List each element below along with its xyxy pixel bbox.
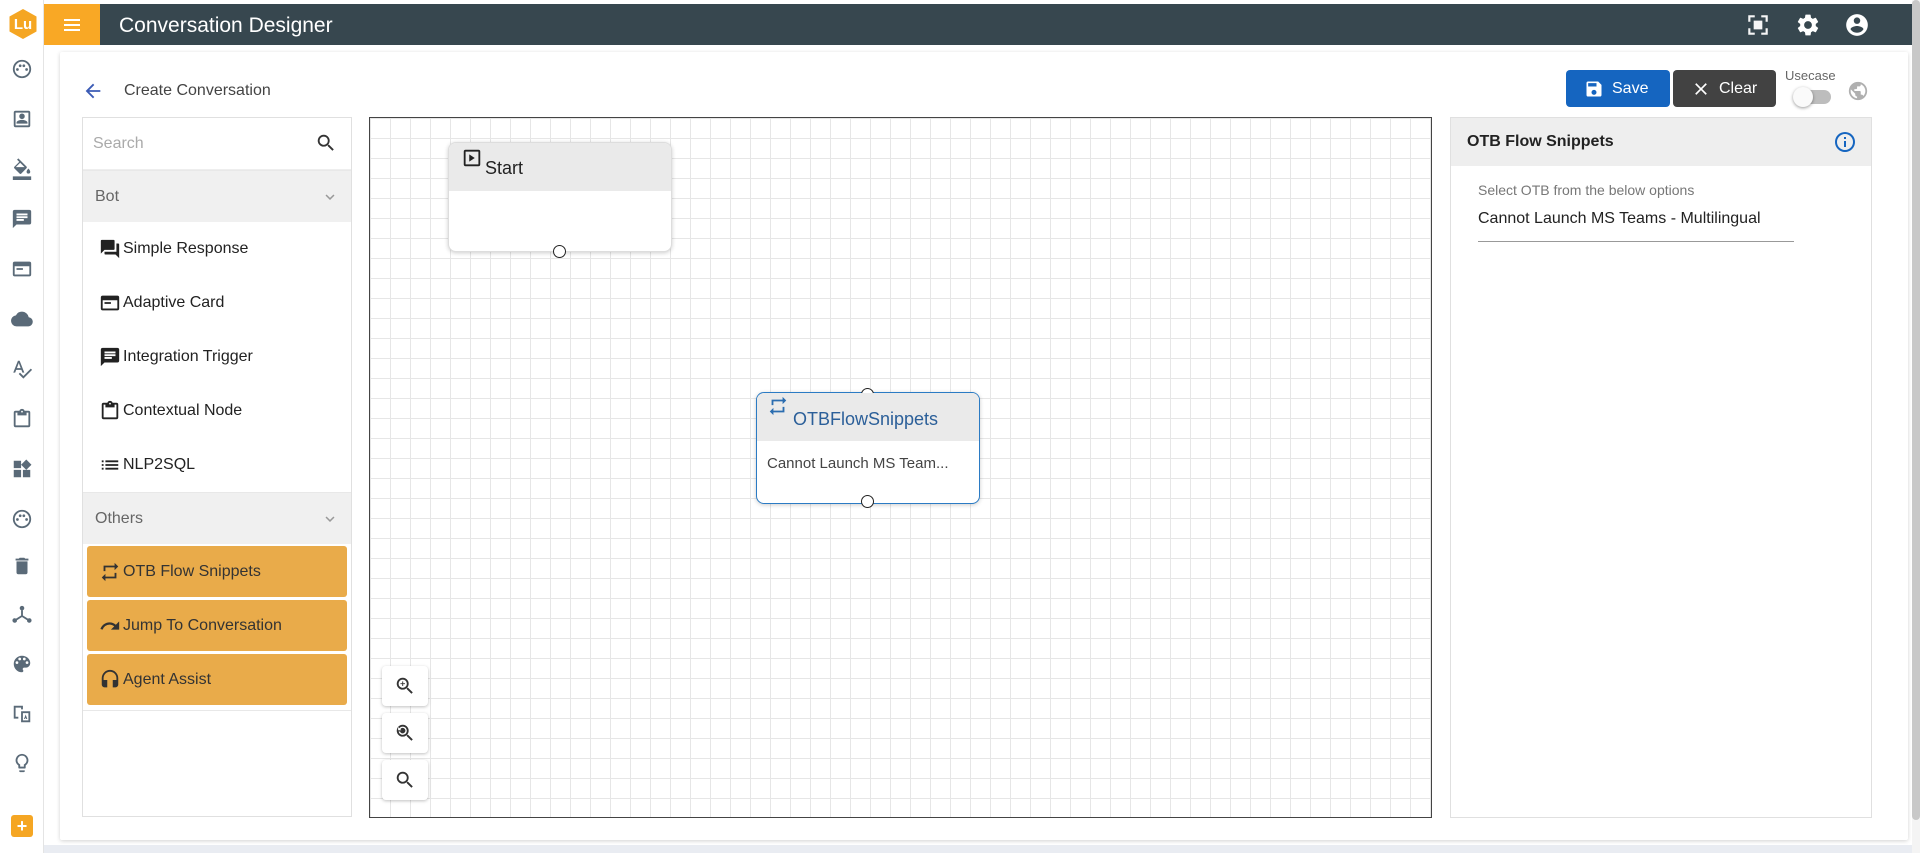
zoom-in-icon <box>396 677 413 694</box>
others-section-header[interactable]: Others <box>83 492 351 544</box>
palette-item-agent-assist[interactable]: Agent Assist <box>87 654 347 705</box>
flow-canvas[interactable]: Start OTBFlowSnippets Cannot Launch MS T… <box>369 117 1432 818</box>
otb-node-body: Cannot Launch MS Team... <box>767 455 949 472</box>
otb-node-header: OTBFlowSnippets <box>757 393 979 441</box>
bot-section-label: Bot <box>95 187 120 205</box>
menu-icon <box>64 23 80 26</box>
fullscreen-icon[interactable] <box>1745 12 1771 38</box>
message-icon <box>100 347 120 367</box>
contacts-icon[interactable] <box>10 107 34 131</box>
palette-icon[interactable] <box>10 652 34 676</box>
palette-item-label: OTB Flow Snippets <box>123 562 261 580</box>
zoom-in-button[interactable] <box>382 666 428 706</box>
spellcheck-icon[interactable] <box>10 357 34 381</box>
lightbulb-icon[interactable] <box>10 751 34 775</box>
palette-item-otb-flow-snippets[interactable]: OTB Flow Snippets <box>87 546 347 597</box>
properties-title: OTB Flow Snippets <box>1467 133 1614 150</box>
palette-item-simple-response[interactable]: Simple Response <box>83 222 351 276</box>
bot-section-header[interactable]: Bot <box>83 170 351 222</box>
clipboard-icon[interactable] <box>10 407 34 431</box>
zoom-out-button[interactable] <box>382 760 428 800</box>
others-section-label: Others <box>95 509 144 527</box>
palette-item-label: Jump To Conversation <box>123 616 282 634</box>
chevron-down-icon <box>325 515 335 522</box>
palette-search <box>83 118 351 170</box>
zoom-reset-icon <box>396 724 413 741</box>
designer-card: Create Conversation Save Clear Usecase B… <box>60 52 1908 840</box>
delete-icon[interactable] <box>10 554 34 578</box>
usecase-label: Usecase <box>1785 68 1836 83</box>
hamburger-menu-button[interactable] <box>44 4 100 45</box>
app-logo[interactable]: Lu <box>9 9 37 39</box>
translate-icon[interactable] <box>10 702 34 726</box>
otb-select-label: Select OTB from the below options <box>1478 182 1695 198</box>
clipboard-icon <box>101 400 119 420</box>
properties-panel: OTB Flow Snippets Select OTB from the be… <box>1450 117 1872 818</box>
palette-item-label: Integration Trigger <box>123 348 253 365</box>
otb-select[interactable]: Cannot Launch MS Teams - Multilingual <box>1478 204 1794 242</box>
play-box-icon <box>461 147 483 169</box>
palette-item-nlp2sql[interactable]: NLP2SQL <box>83 438 351 492</box>
dashboard-alt-icon[interactable] <box>10 507 34 531</box>
settings-icon[interactable] <box>1795 12 1821 38</box>
top-app-bar: Conversation Designer <box>44 4 1912 45</box>
node-palette: Bot Simple Response Adaptive Card Integr… <box>82 117 352 817</box>
scrollbar-thumb[interactable] <box>1912 0 1920 820</box>
properties-header: OTB Flow Snippets <box>1451 118 1871 166</box>
close-icon <box>1695 82 1707 95</box>
zoom-out-icon <box>396 771 413 788</box>
start-node-header: Start <box>449 143 671 191</box>
format-paint-icon[interactable] <box>10 157 34 181</box>
page-title: Create Conversation <box>124 82 271 99</box>
others-list: OTB Flow Snippets Jump To Conversation A… <box>83 544 351 711</box>
palette-item-label: Adaptive Card <box>123 294 225 311</box>
save-icon <box>1586 81 1602 96</box>
otb-flow-snippet-node[interactable]: OTBFlowSnippets Cannot Launch MS Team... <box>756 388 980 508</box>
list-icon <box>101 460 119 470</box>
repeat-icon <box>101 562 119 581</box>
palette-item-label: Agent Assist <box>123 670 212 688</box>
chevron-down-icon <box>325 193 335 200</box>
headset-icon <box>101 669 119 687</box>
card-icon <box>100 295 120 311</box>
add-button[interactable]: + <box>11 815 33 837</box>
save-label: Save <box>1612 79 1649 97</box>
left-nav-rail: Lu + <box>0 0 44 853</box>
palette-item-label: Contextual Node <box>123 402 243 419</box>
repeat-icon <box>767 395 789 417</box>
redo-icon <box>100 620 120 630</box>
toggle-knob <box>1793 87 1813 107</box>
otb-node-output-port[interactable] <box>861 495 874 508</box>
palette-item-label: NLP2SQL <box>123 456 196 473</box>
dashboard-icon[interactable] <box>10 57 34 81</box>
chat-icon[interactable] <box>10 207 34 231</box>
start-node-title: Start <box>485 158 524 178</box>
hub-icon[interactable] <box>10 603 34 627</box>
start-node[interactable]: Start <box>448 142 672 258</box>
palette-item-integration-trigger[interactable]: Integration Trigger <box>83 330 351 384</box>
clear-button[interactable]: Clear <box>1673 70 1776 107</box>
back-arrow-icon[interactable] <box>82 80 104 102</box>
search-icon[interactable] <box>315 132 337 154</box>
palette-item-contextual-node[interactable]: Contextual Node <box>83 384 351 438</box>
save-button[interactable]: Save <box>1566 70 1670 107</box>
cloud-icon[interactable] <box>10 307 34 331</box>
otb-node-title: OTBFlowSnippets <box>793 409 939 429</box>
palette-item-jump-to-conversation[interactable]: Jump To Conversation <box>87 600 347 651</box>
account-icon[interactable] <box>1844 12 1870 38</box>
app-title: Conversation Designer <box>119 14 333 37</box>
info-icon[interactable] <box>1833 130 1857 154</box>
widgets-icon[interactable] <box>10 457 34 481</box>
card-icon[interactable] <box>10 257 34 281</box>
start-node-output-port[interactable] <box>553 245 566 258</box>
globe-icon[interactable] <box>1847 80 1869 102</box>
palette-item-label: Simple Response <box>123 240 249 257</box>
zoom-reset-button[interactable] <box>382 713 428 753</box>
search-input[interactable] <box>93 130 303 158</box>
bottom-strip <box>44 845 1912 853</box>
forum-icon <box>100 239 120 259</box>
clear-label: Clear <box>1719 79 1758 97</box>
usecase-toggle[interactable] <box>1793 87 1831 107</box>
palette-item-adaptive-card[interactable]: Adaptive Card <box>83 276 351 330</box>
